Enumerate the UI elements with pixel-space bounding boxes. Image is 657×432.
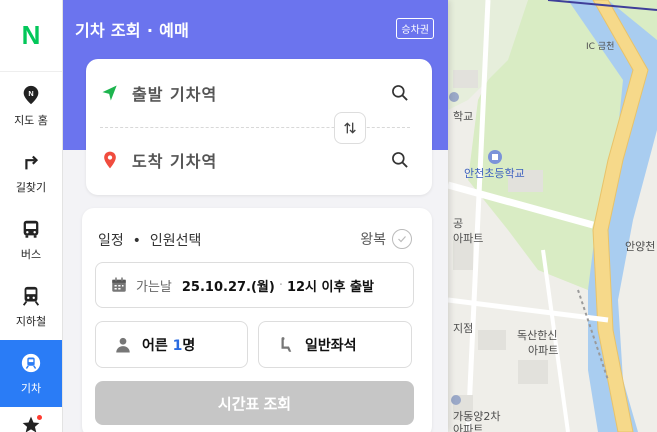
date-separator: · [278,277,283,293]
schedule-card: 일정 • 인원선택 왕복 가는날 25.10.27.(월) · 12시 이후 출… [82,208,432,432]
map-label-apartment: 아파트 [528,344,559,357]
directions-icon [25,155,39,169]
nav-item-favorites[interactable] [0,407,62,432]
date-time-selector[interactable]: 가는날 25.10.27.(월) · 12시 이후 출발 [95,262,414,308]
check-icon [398,236,406,243]
passenger-selector[interactable]: 어른 1명 [95,321,248,368]
nav-item-label: 지도 홈 [14,113,48,127]
train-search-panel: 기차 조회 · 예매 승차권 출발 기차역 도착 기차역 일정 • 인원선택 왕… [63,0,448,432]
search-icon[interactable] [390,83,410,103]
train-icon [21,353,41,372]
time-value: 12시 이후 출발 [286,279,374,295]
date-value: 25.10.27.(월) [181,279,275,295]
map-label-anyangcheon: 안양천 [625,240,656,253]
seat-selector[interactable]: 일반좌석 [258,321,412,368]
date-label: 가는날 [136,279,172,295]
nav-item-bus[interactable]: 버스 [0,206,62,273]
seat-icon [281,336,292,352]
map-pin-icon: N [23,85,39,104]
nav-item-train[interactable]: 기차 [0,340,62,407]
nav-item-label: 지하철 [15,314,47,328]
map-view[interactable]: IC 금천 학교 안천초등학교 공 아파트 안양천 독산한신 아파트 지점 가동… [448,0,657,432]
roundtrip-toggle[interactable]: 왕복 [360,229,412,249]
nav-rail: N N 지도 홈 길찾기 버스 지하철 기차 [0,0,63,432]
map-canvas [448,0,657,432]
map-label-school: 학교 [453,110,474,123]
passenger-count: 1 [172,337,183,354]
search-timetable-button[interactable]: 시간표 조회 [95,381,414,425]
subway-icon [22,286,40,306]
nav-item-subway[interactable]: 지하철 [0,273,62,340]
departure-placeholder: 출발 기차역 [132,85,218,104]
roundtrip-label: 왕복 [360,232,386,248]
ticket-button[interactable]: 승차권 [396,18,434,39]
passenger-prefix: 어른 [142,337,173,354]
departure-arrow-icon [102,85,117,101]
map-label-gong: 공 [453,217,464,230]
page-title: 기차 조회 · 예매 [75,21,190,40]
nav-item-label: 버스 [20,247,42,261]
map-label-branch: 지점 [453,322,474,335]
passenger-text: 어른 1명 [142,335,195,355]
map-label-apartment: 아파트 [453,423,484,432]
arrival-station-field[interactable]: 도착 기차역 [86,130,432,190]
person-icon [116,337,130,352]
svg-text:N: N [28,88,33,97]
map-label-doksan-hanshin: 독산한신 [517,329,558,342]
logo-letter: N [21,20,41,50]
search-icon[interactable] [390,150,410,170]
roundtrip-checkbox[interactable] [392,229,412,249]
map-label-ic: IC 금천 [586,42,615,52]
naver-logo[interactable]: N [0,0,62,72]
nav-item-label: 길찾기 [15,180,47,194]
passenger-suffix: 명 [182,337,196,354]
nav-item-label: 기차 [20,381,42,395]
seat-label: 일반좌석 [305,337,357,354]
nav-item-directions[interactable]: 길찾기 [0,139,62,206]
notification-dot [37,415,42,420]
map-label-apartment: 아파트 [453,232,484,245]
arrival-pin-icon [104,151,116,169]
nav-item-map-home[interactable]: N 지도 홈 [0,72,62,139]
calendar-icon [112,277,126,292]
schedule-header: 일정 • 인원선택 [98,233,202,249]
departure-station-field[interactable]: 출발 기차역 [86,63,432,123]
map-label-elementary-school: 안천초등학교 [464,167,525,180]
bus-icon [23,220,39,238]
arrival-placeholder: 도착 기차역 [132,152,218,171]
station-card: 출발 기차역 도착 기차역 [86,59,432,195]
